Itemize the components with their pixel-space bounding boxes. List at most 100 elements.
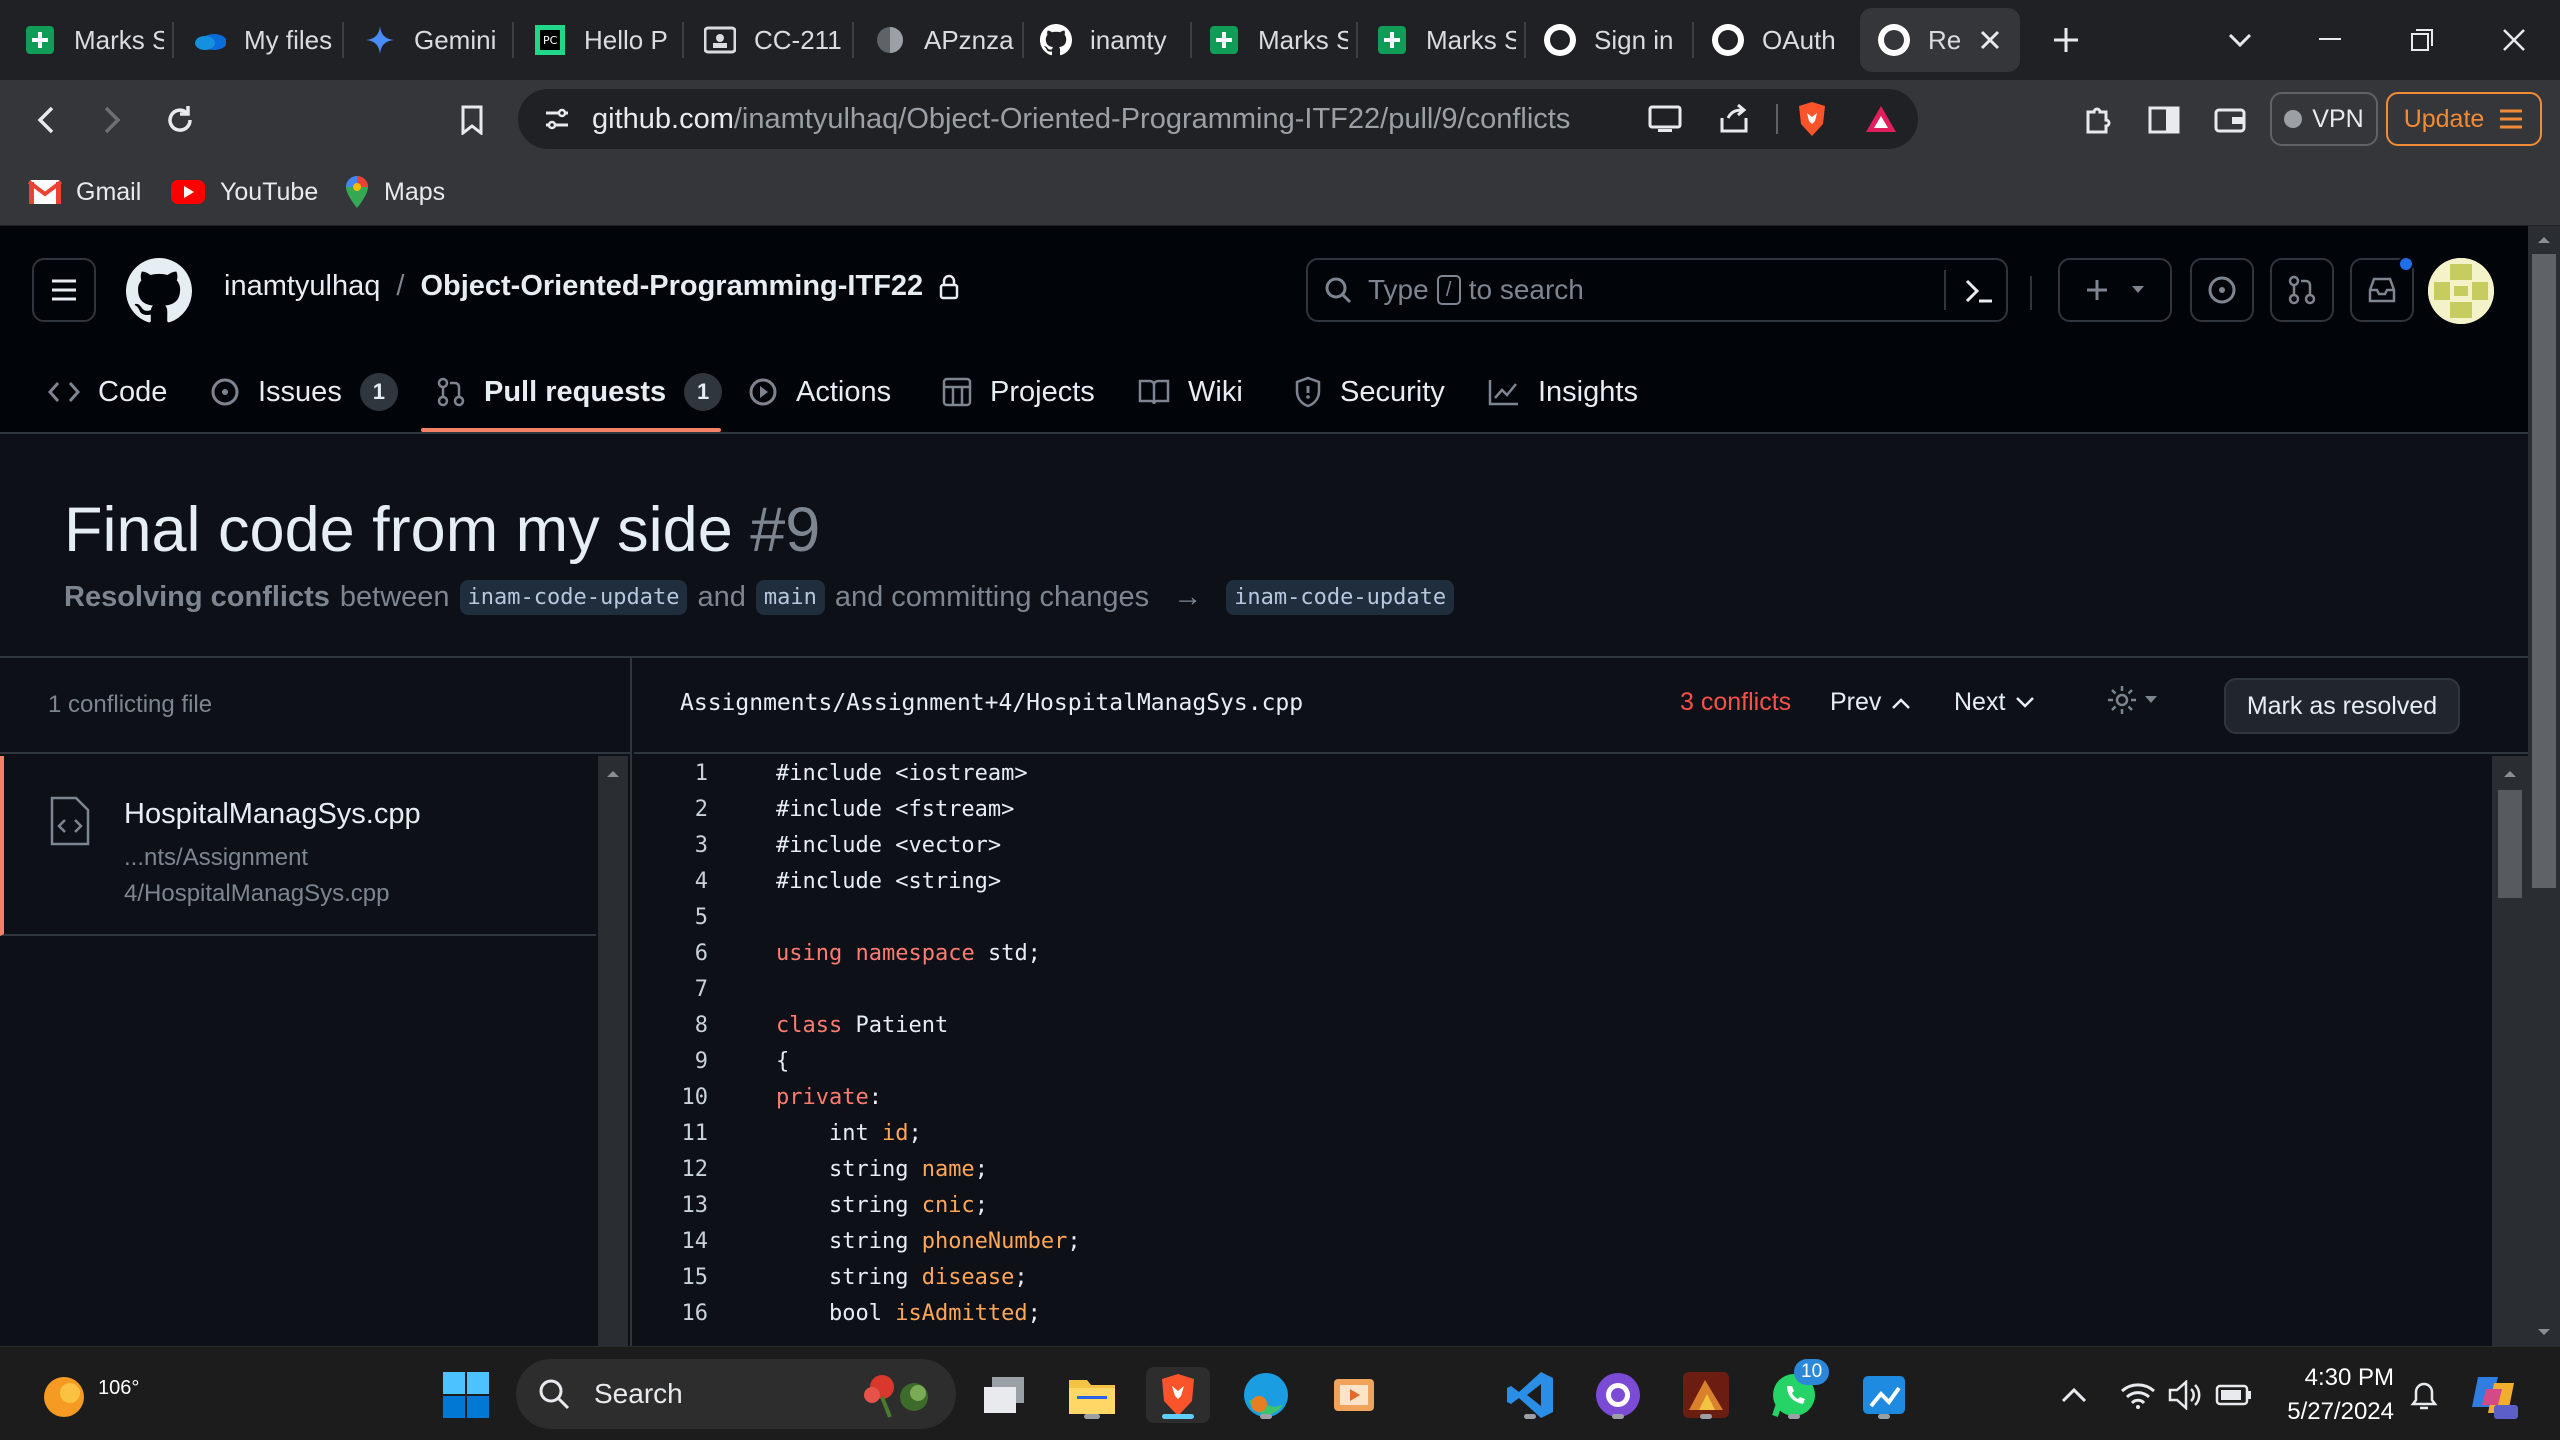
task-view-icon[interactable] [976, 1367, 1032, 1423]
github-desktop-icon[interactable] [1590, 1367, 1646, 1423]
vscode-icon[interactable] [1502, 1367, 1558, 1423]
copilot-icon[interactable] [2466, 1367, 2522, 1423]
file-explorer-icon[interactable] [1064, 1367, 1120, 1423]
windows-start-icon[interactable] [438, 1367, 494, 1423]
cast-icon[interactable] [1648, 105, 1682, 133]
tab-actions[interactable]: Actions [748, 352, 891, 432]
whatsapp-icon[interactable]: 10 [1766, 1359, 1830, 1423]
search-input[interactable]: Type / to search [1306, 258, 2008, 322]
forward-button[interactable] [84, 94, 140, 146]
tab-projects[interactable]: Projects [942, 352, 1095, 432]
repo-owner-link[interactable]: inamtyulhaq [224, 270, 380, 303]
brave-browser-icon[interactable] [1146, 1367, 1210, 1423]
tab-code[interactable]: Code [48, 352, 167, 432]
global-menu-button[interactable] [32, 258, 96, 322]
brave-shields-icon[interactable] [1796, 101, 1828, 137]
address-bar[interactable]: github.com/inamtyulhaq/Object-Oriented-P… [518, 89, 1918, 149]
browser-tab[interactable]: APznza [874, 8, 1014, 72]
browser-tab[interactable]: CC-211 [704, 8, 844, 72]
conflicts-count: 3 conflicts [1680, 688, 1792, 716]
update-button[interactable]: Update [2386, 92, 2542, 146]
browser-tab-active[interactable]: Re [1860, 8, 2020, 72]
tab-pull-requests[interactable]: Pull requests 1 [436, 352, 723, 432]
back-button[interactable] [18, 94, 74, 146]
browser-tab[interactable]: PC Hello P [534, 8, 674, 72]
bookmarks-bar: Gmail YouTube Maps [0, 158, 2560, 226]
page-scrollbar-thumb[interactable] [2532, 254, 2556, 888]
github-icon [1712, 24, 1744, 56]
repo-breadcrumb: inamtyulhaq / Object-Oriented-Programmin… [224, 270, 959, 303]
close-window-button[interactable] [2474, 12, 2554, 68]
site-info-icon[interactable] [544, 106, 570, 132]
triangle-down-icon [2131, 285, 2145, 295]
git-pull-request-icon [2287, 275, 2317, 305]
browser-tab[interactable]: Sign in [1544, 8, 1684, 72]
code-area[interactable]: 1 #include <iostream> 2 #include <fstream>… [634, 756, 2492, 1346]
file-list-scrollbar[interactable] [598, 756, 628, 1346]
taskbar-clock[interactable]: 4:30 PM 5/27/2024 [2252, 1361, 2394, 1429]
browser-tab[interactable]: Marks S [1208, 8, 1348, 72]
file-code-icon [48, 796, 92, 846]
bookmark-gmail[interactable]: Gmail [28, 172, 141, 212]
page-scrollbar[interactable] [2528, 226, 2560, 1346]
next-conflict-button[interactable]: Next [1954, 688, 2035, 717]
browser-tab[interactable]: Marks S [1376, 8, 1516, 72]
tab-wiki[interactable]: Wiki [1138, 352, 1243, 432]
target-branch-label[interactable]: inam-code-update [1226, 580, 1455, 615]
bookmark-maps[interactable]: Maps [344, 172, 445, 212]
show-hidden-icons[interactable] [2046, 1367, 2102, 1423]
tab-issues[interactable]: Issues 1 [210, 352, 398, 432]
youtube-icon [170, 179, 206, 205]
restore-button[interactable] [2382, 12, 2462, 68]
share-icon[interactable] [1718, 104, 1750, 134]
code-line: 8 class Patient [694, 1013, 949, 1038]
create-new-button[interactable] [2058, 258, 2172, 322]
sidebar-icon[interactable] [2136, 94, 2192, 146]
prev-conflict-button[interactable]: Prev [1830, 688, 1911, 717]
avatar[interactable] [2428, 258, 2494, 324]
head-branch-label[interactable]: inam-code-update [459, 580, 688, 615]
reload-button[interactable] [152, 94, 208, 146]
bookmark-icon[interactable] [444, 94, 500, 146]
taskbar-search[interactable]: Search [516, 1359, 956, 1429]
editor-scrollbar[interactable] [2492, 756, 2528, 1346]
conflicting-file-item[interactable]: HospitalManagSys.cpp ...nts/Assignment 4… [0, 756, 596, 936]
browser-tab[interactable]: OAuth [1712, 8, 1852, 72]
paint-icon[interactable] [1856, 1367, 1912, 1423]
github-header: inamtyulhaq / Object-Oriented-Programmin… [0, 226, 2528, 434]
mark-as-resolved-button[interactable]: Mark as resolved [2224, 678, 2460, 734]
browser-tab[interactable]: My files [194, 8, 334, 72]
minimize-button[interactable] [2290, 12, 2370, 68]
vpn-button[interactable]: VPN [2270, 92, 2378, 146]
github-logo-icon[interactable] [126, 258, 192, 324]
temperature: 106° [98, 1377, 140, 1399]
command-palette-icon[interactable] [1964, 276, 1994, 306]
browser-tab[interactable]: inamty [1040, 8, 1180, 72]
editor-scrollbar-thumb[interactable] [2498, 790, 2522, 898]
game-icon[interactable] [1678, 1367, 1734, 1423]
brave-rewards-icon[interactable] [1864, 104, 1898, 134]
browser-tab[interactable]: Marks S [24, 8, 164, 72]
close-tab-icon[interactable] [1979, 29, 2001, 51]
sheets-icon [1376, 24, 1408, 56]
base-branch-label[interactable]: main [755, 580, 825, 615]
edge-icon[interactable] [1238, 1367, 1294, 1423]
issues-button[interactable] [2190, 258, 2254, 322]
classroom-icon [704, 24, 736, 56]
new-tab-button[interactable] [2026, 12, 2106, 68]
editor-settings-button[interactable] [2106, 684, 2158, 716]
tab-search-button[interactable] [2200, 12, 2280, 68]
extensions-icon[interactable] [2070, 94, 2126, 146]
pull-requests-button[interactable] [2270, 258, 2334, 322]
browser-tab[interactable]: Gemini [364, 8, 504, 72]
repo-name-link[interactable]: Object-Oriented-Programming-ITF22 [420, 270, 923, 303]
tab-insights[interactable]: Insights [1488, 352, 1638, 432]
notifications-icon[interactable] [2396, 1367, 2452, 1423]
wallet-icon[interactable] [2202, 94, 2258, 146]
play-icon [748, 377, 778, 407]
tab-security[interactable]: Security [1294, 352, 1445, 432]
weather-widget[interactable]: 106° [40, 1365, 139, 1425]
bookmark-youtube[interactable]: YouTube [170, 172, 318, 212]
media-player-icon[interactable] [1326, 1367, 1382, 1423]
pycharm-icon: PC [534, 24, 566, 56]
